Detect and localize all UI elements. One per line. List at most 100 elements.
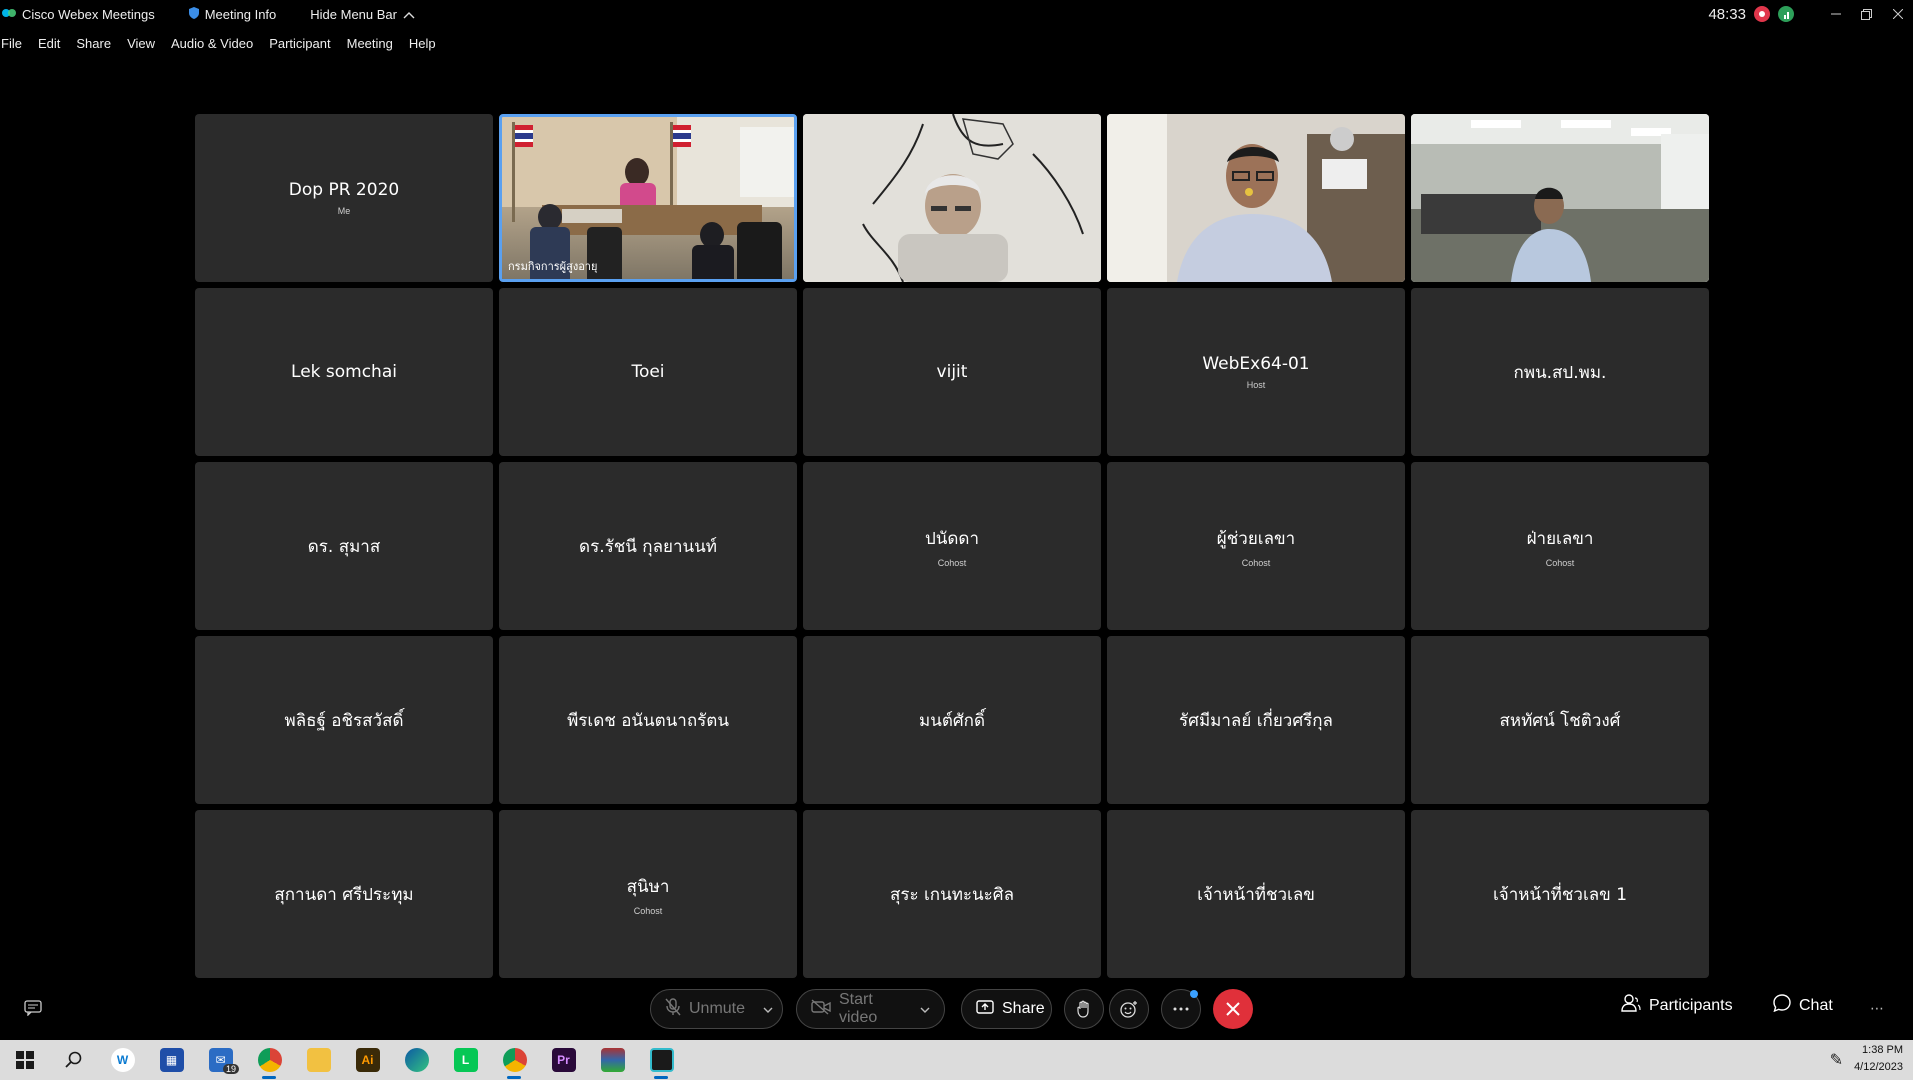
participant-name: ฝ่ายเลขา — [1526, 528, 1594, 549]
share-screen-icon — [976, 999, 994, 1020]
chrome-profile-icon[interactable] — [490, 1040, 539, 1080]
meeting-info-button[interactable]: Meeting Info — [188, 6, 277, 22]
video-off-icon — [811, 998, 831, 1020]
participant-tile[interactable]: กพน.สป.พม. — [1411, 288, 1709, 456]
illustrator-icon[interactable]: Ai — [343, 1040, 392, 1080]
participant-role: Cohost — [633, 905, 663, 916]
menu-help[interactable]: Help — [409, 36, 436, 51]
participant-tile[interactable]: Dop PR 2020 Me — [195, 114, 493, 282]
network-health-icon[interactable] — [1778, 6, 1794, 22]
notification-dot — [1190, 990, 1198, 998]
hide-menu-bar-button[interactable]: Hide Menu Bar — [310, 7, 415, 22]
webex-logo-icon — [2, 7, 16, 22]
participant-tile[interactable]: สุระ เกนทะนะศิล — [803, 810, 1101, 978]
participant-tile[interactable]: สุกานดา ศรีประทุม — [195, 810, 493, 978]
windows-taskbar: W ▦ ✉ 19 Ai L Pr — [0, 1040, 1913, 1080]
menu-view[interactable]: View — [127, 36, 155, 51]
restore-icon[interactable] — [1851, 0, 1882, 28]
windows-start-icon[interactable] — [0, 1040, 49, 1080]
share-button[interactable]: Share — [961, 989, 1052, 1029]
leave-meeting-button[interactable] — [1213, 989, 1253, 1029]
participant-tile[interactable]: พลิธฐ์ อชิรสวัสดิ์ — [195, 636, 493, 804]
meeting-info-label: Meeting Info — [204, 6, 277, 22]
participant-role: Cohost — [937, 557, 967, 568]
menu-meeting[interactable]: Meeting — [347, 36, 393, 51]
participant-tile[interactable]: เจ้าหน้าที่ชวเลข 1 — [1411, 810, 1709, 978]
menu-audio-video[interactable]: Audio & Video — [171, 36, 253, 51]
share-label: Share — [1002, 1000, 1045, 1017]
more-panels-icon[interactable]: ⋯ — [1870, 1000, 1884, 1017]
participant-name: สุนิษา — [626, 876, 670, 897]
file-explorer-icon[interactable] — [294, 1040, 343, 1080]
participant-tile[interactable]: พีรเดช อนันตนาถรัตน — [499, 636, 797, 804]
clock-date: 4/12/2023 — [1854, 1061, 1903, 1073]
participant-video-tile-active[interactable]: กรมกิจการผู้สูงอายุ — [499, 114, 797, 282]
participant-tile[interactable]: vijit — [803, 288, 1101, 456]
participant-tile[interactable]: เจ้าหน้าที่ชวเลข — [1107, 810, 1405, 978]
participant-name: ดร.รัชนี กุลยานนท์ — [579, 536, 717, 557]
participant-tile[interactable]: สุนิษา Cohost — [499, 810, 797, 978]
unmute-button[interactable]: Unmute — [650, 989, 783, 1029]
participant-name: พีรเดช อนันตนาถรัตน — [567, 710, 729, 731]
chat-button[interactable]: Chat — [1773, 994, 1833, 1017]
search-icon[interactable] — [49, 1040, 98, 1080]
participant-name: ปนัดดา — [924, 528, 980, 549]
winrar-icon[interactable] — [588, 1040, 637, 1080]
webex-meeting-icon[interactable] — [637, 1040, 686, 1080]
chevron-down-icon[interactable] — [920, 1002, 930, 1016]
edge-icon[interactable] — [392, 1040, 441, 1080]
participant-tile[interactable]: ดร.รัชนี กุลยานนท์ — [499, 462, 797, 630]
menu-share[interactable]: Share — [76, 36, 111, 51]
raise-hand-icon[interactable] — [1064, 989, 1104, 1029]
chrome-icon[interactable] — [245, 1040, 294, 1080]
recording-icon[interactable] — [1754, 6, 1770, 22]
participant-name: WebEx64-01 — [1202, 354, 1310, 374]
participant-name: เจ้าหน้าที่ชวเลข 1 — [1492, 884, 1628, 905]
unmute-label: Unmute — [689, 1000, 746, 1017]
meeting-controls: Unmute Start video Share Participants Ch… — [0, 988, 1913, 1030]
chevron-down-icon[interactable] — [763, 1002, 773, 1016]
taskbar-clock[interactable]: 1:38 PM 4/12/2023 — [1854, 1042, 1903, 1076]
participant-tile[interactable]: ฝ่ายเลขา Cohost — [1411, 462, 1709, 630]
participant-name: เจ้าหน้าที่ชวเลข — [1197, 884, 1315, 905]
participant-video-tile[interactable] — [1107, 114, 1405, 282]
participant-tile[interactable]: รัศมีมาลย์ เกี่ยวศรีกุล — [1107, 636, 1405, 804]
participant-tile[interactable]: สหทัศน์ โชติวงศ์ — [1411, 636, 1709, 804]
start-video-label: Start video — [839, 991, 878, 1026]
participant-video-tile[interactable] — [803, 114, 1101, 282]
participant-name: พลิธฐ์ อชิรสวัสดิ์ — [284, 710, 404, 731]
participant-tile[interactable]: Lek somchai — [195, 288, 493, 456]
participant-grid: Dop PR 2020 Me กรมกิจการผู้สูงอายุ Lek s… — [195, 114, 1711, 978]
webex-app-icon[interactable]: W — [98, 1040, 147, 1080]
participant-tile[interactable]: มนต์ศักดิ์ — [803, 636, 1101, 804]
participant-tile[interactable]: Toei — [499, 288, 797, 456]
participant-name: Lek somchai — [291, 362, 397, 382]
participant-video-tile[interactable] — [1411, 114, 1709, 282]
clock-time: 1:38 PM — [1862, 1044, 1903, 1056]
participant-name: ดร. สุมาส — [307, 536, 381, 557]
menu-participant[interactable]: Participant — [269, 36, 330, 51]
participant-tile[interactable]: ผู้ช่วยเลขา Cohost — [1107, 462, 1405, 630]
participant-role: Me — [337, 206, 351, 216]
close-icon[interactable] — [1882, 0, 1913, 28]
store-icon[interactable]: ▦ — [147, 1040, 196, 1080]
line-icon[interactable]: L — [441, 1040, 490, 1080]
premiere-icon[interactable]: Pr — [539, 1040, 588, 1080]
close-icon — [1226, 1002, 1240, 1016]
hide-menu-bar-label: Hide Menu Bar — [310, 6, 397, 22]
video-feed — [502, 117, 794, 279]
reactions-icon[interactable] — [1109, 989, 1149, 1029]
participants-icon — [1621, 994, 1641, 1017]
participant-tile[interactable]: ดร. สุมาส — [195, 462, 493, 630]
menu-file[interactable]: File — [1, 36, 22, 51]
minimize-icon[interactable] — [1820, 0, 1851, 28]
start-video-button[interactable]: Start video — [796, 989, 945, 1029]
pen-icon[interactable]: ✎ — [1830, 1050, 1843, 1070]
participants-button[interactable]: Participants — [1621, 994, 1733, 1017]
mail-icon[interactable]: ✉ 19 — [196, 1040, 245, 1080]
captions-icon[interactable] — [24, 1000, 42, 1021]
participant-name: ผู้ช่วยเลขา — [1216, 528, 1296, 549]
participant-tile[interactable]: ปนัดดา Cohost — [803, 462, 1101, 630]
menu-edit[interactable]: Edit — [38, 36, 60, 51]
participant-tile[interactable]: WebEx64-01 Host — [1107, 288, 1405, 456]
